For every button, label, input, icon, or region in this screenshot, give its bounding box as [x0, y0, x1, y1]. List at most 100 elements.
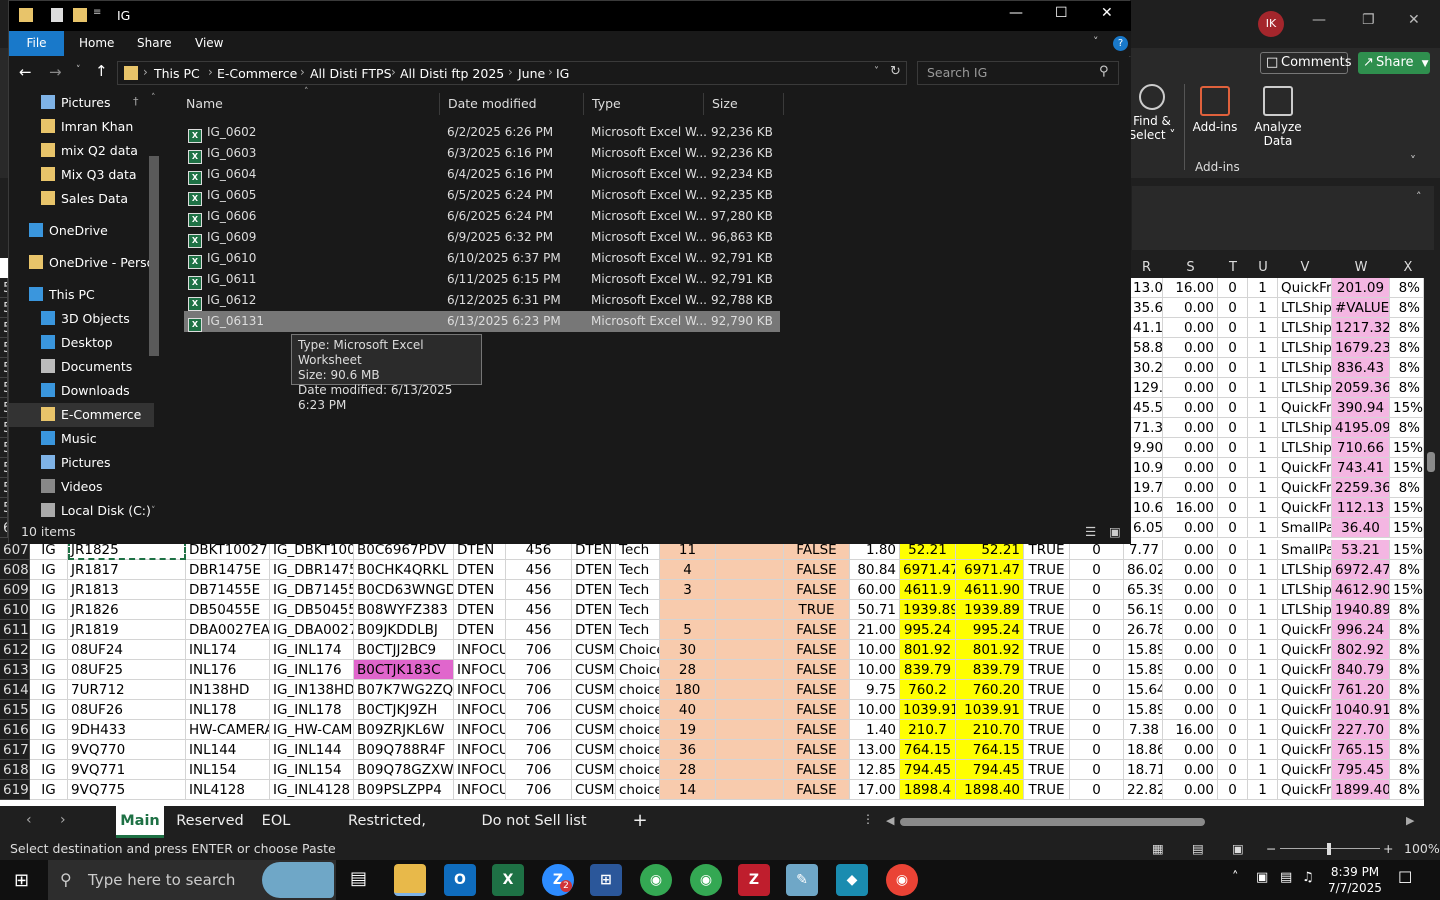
table-cell[interactable] — [716, 760, 784, 780]
nav-item[interactable]: E-Commerce — [9, 403, 154, 427]
table-cell[interactable]: 0 — [1218, 560, 1248, 580]
table-cell[interactable]: 1 — [1248, 478, 1278, 498]
table-cell[interactable]: 201.09 — [1332, 278, 1390, 298]
table-cell[interactable]: 0 — [1218, 358, 1248, 378]
table-cell[interactable]: 794.45 — [900, 760, 956, 780]
table-cell[interactable]: 180 — [660, 680, 716, 700]
table-cell[interactable]: LTLShipp — [1278, 338, 1332, 358]
table-cell[interactable]: 8% — [1390, 740, 1424, 760]
filezilla-app-icon[interactable]: Z — [738, 864, 770, 896]
table-cell[interactable]: 0 — [1218, 398, 1248, 418]
table-cell[interactable]: 0.00 — [1163, 660, 1218, 680]
avatar[interactable]: IK — [1258, 11, 1284, 37]
table-cell[interactable]: QuickFr — [1278, 478, 1332, 498]
nav-item[interactable]: Videos — [9, 475, 154, 499]
details-view-icon[interactable]: ☰ — [1085, 519, 1096, 544]
column-date-modified[interactable]: Date modified — [440, 93, 584, 115]
table-cell[interactable]: INL176 — [186, 660, 270, 680]
table-cell[interactable]: 1039.91 — [900, 700, 956, 720]
table-cell[interactable]: 1 — [1248, 378, 1278, 398]
nav-scrollbar-thumb[interactable] — [149, 156, 159, 356]
table-cell[interactable]: IG — [30, 640, 68, 660]
row-number[interactable]: 5 — [0, 278, 8, 298]
row-number[interactable]: 619 — [0, 780, 30, 800]
table-cell[interactable]: FALSE — [784, 700, 850, 720]
table-cell[interactable]: 40 — [660, 700, 716, 720]
row-number[interactable]: 5 — [0, 458, 8, 478]
nav-item[interactable]: Imran Khan — [9, 115, 154, 139]
table-cell[interactable]: TRUE — [1024, 780, 1070, 800]
nav-item[interactable]: Pictures — [9, 451, 154, 475]
network-icon[interactable]: ▤ — [1280, 870, 1292, 885]
table-cell[interactable]: FALSE — [784, 640, 850, 660]
table-cell[interactable]: 761.20 — [1332, 680, 1390, 700]
vertical-scrollbar[interactable] — [1424, 278, 1440, 806]
addins-button[interactable]: Add-ins — [1190, 86, 1240, 134]
table-cell[interactable]: 0 — [1218, 478, 1248, 498]
table-cell[interactable]: IG_INL4128 — [270, 780, 354, 800]
row-number[interactable]: 5 — [0, 358, 8, 378]
row-number[interactable]: 612 — [0, 640, 30, 660]
nav-item[interactable]: OneDrive — [9, 219, 154, 243]
restore-icon[interactable]: ❐ — [1362, 12, 1375, 28]
table-cell[interactable]: 0 — [1218, 418, 1248, 438]
tab-view[interactable]: View — [195, 31, 223, 56]
table-cell[interactable]: 6.05 — [1130, 518, 1163, 538]
table-cell[interactable]: QuickFr — [1278, 700, 1332, 720]
add-sheet-button[interactable]: + — [626, 806, 654, 838]
table-cell[interactable]: 1 — [1248, 358, 1278, 378]
table-cell[interactable]: CUSMAN — [572, 740, 616, 760]
table-cell[interactable]: choice — [616, 780, 660, 800]
table-cell[interactable]: IG_HW-CAMER — [270, 720, 354, 740]
forward-arrow-icon[interactable]: → — [49, 63, 62, 81]
table-cell[interactable]: 0 — [1218, 640, 1248, 660]
table-cell[interactable]: FALSE — [784, 780, 850, 800]
table-cell[interactable]: 15% — [1390, 540, 1424, 560]
table-cell[interactable]: 1 — [1248, 640, 1278, 660]
table-cell[interactable]: 1 — [1248, 438, 1278, 458]
nav-item[interactable]: Desktop — [9, 331, 154, 355]
table-cell[interactable]: QuickFr — [1278, 680, 1332, 700]
large-icons-view-icon[interactable]: ▣ — [1109, 519, 1121, 544]
table-cell[interactable]: Tech — [616, 580, 660, 600]
table-cell[interactable]: TRUE — [1024, 560, 1070, 580]
zoom-level[interactable]: 100% — [1404, 838, 1440, 860]
table-cell[interactable]: 65.39 — [1124, 580, 1163, 600]
zoom-slider-thumb[interactable] — [1327, 843, 1331, 855]
table-cell[interactable]: Tech — [616, 620, 660, 640]
table-cell[interactable]: 0.00 — [1163, 580, 1218, 600]
table-cell[interactable]: 1 — [1248, 540, 1278, 560]
vertical-scroll-thumb[interactable] — [1427, 452, 1435, 472]
table-cell[interactable]: 129.74 — [1130, 378, 1163, 398]
table-cell[interactable]: 15% — [1390, 398, 1424, 418]
table-cell[interactable]: 0.00 — [1163, 318, 1218, 338]
qat-dropdown-icon[interactable]: ≡ — [93, 7, 101, 18]
table-cell[interactable]: 1 — [1248, 700, 1278, 720]
table-cell[interactable]: QuickFr — [1278, 620, 1332, 640]
tray-app-icon[interactable]: ▣ — [1256, 870, 1268, 885]
column-type[interactable]: Type — [584, 93, 704, 115]
table-cell[interactable]: CUSMAN — [572, 640, 616, 660]
table-cell[interactable]: 390.94 — [1332, 398, 1390, 418]
table-cell[interactable]: 0 — [1218, 680, 1248, 700]
table-cell[interactable]: 210.70 — [956, 720, 1024, 740]
table-cell[interactable]: INL144 — [186, 740, 270, 760]
table-cell[interactable]: 36.40 — [1332, 518, 1390, 538]
table-cell[interactable]: INFOCU — [454, 640, 506, 660]
table-cell[interactable]: 36 — [660, 740, 716, 760]
table-cell[interactable]: 17.00 — [850, 780, 900, 800]
nav-scroll-down-icon[interactable]: ˅ — [151, 506, 156, 516]
table-cell[interactable]: 8% — [1390, 760, 1424, 780]
table-cell[interactable]: LTLShipp — [1278, 438, 1332, 458]
table-cell[interactable]: 801.92 — [956, 640, 1024, 660]
table-cell[interactable]: 0.00 — [1163, 298, 1218, 318]
table-cell[interactable]: IG — [30, 560, 68, 580]
table-cell[interactable]: 15% — [1390, 458, 1424, 478]
table-cell[interactable]: 10.00 — [850, 660, 900, 680]
tab-file[interactable]: File — [9, 31, 64, 56]
table-cell[interactable]: 53.21 — [1332, 540, 1390, 560]
table-cell[interactable]: 1898.40 — [956, 780, 1024, 800]
table-cell[interactable]: 1939.89 — [956, 600, 1024, 620]
table-cell[interactable]: 0.00 — [1163, 478, 1218, 498]
table-cell[interactable]: 0 — [1218, 760, 1248, 780]
